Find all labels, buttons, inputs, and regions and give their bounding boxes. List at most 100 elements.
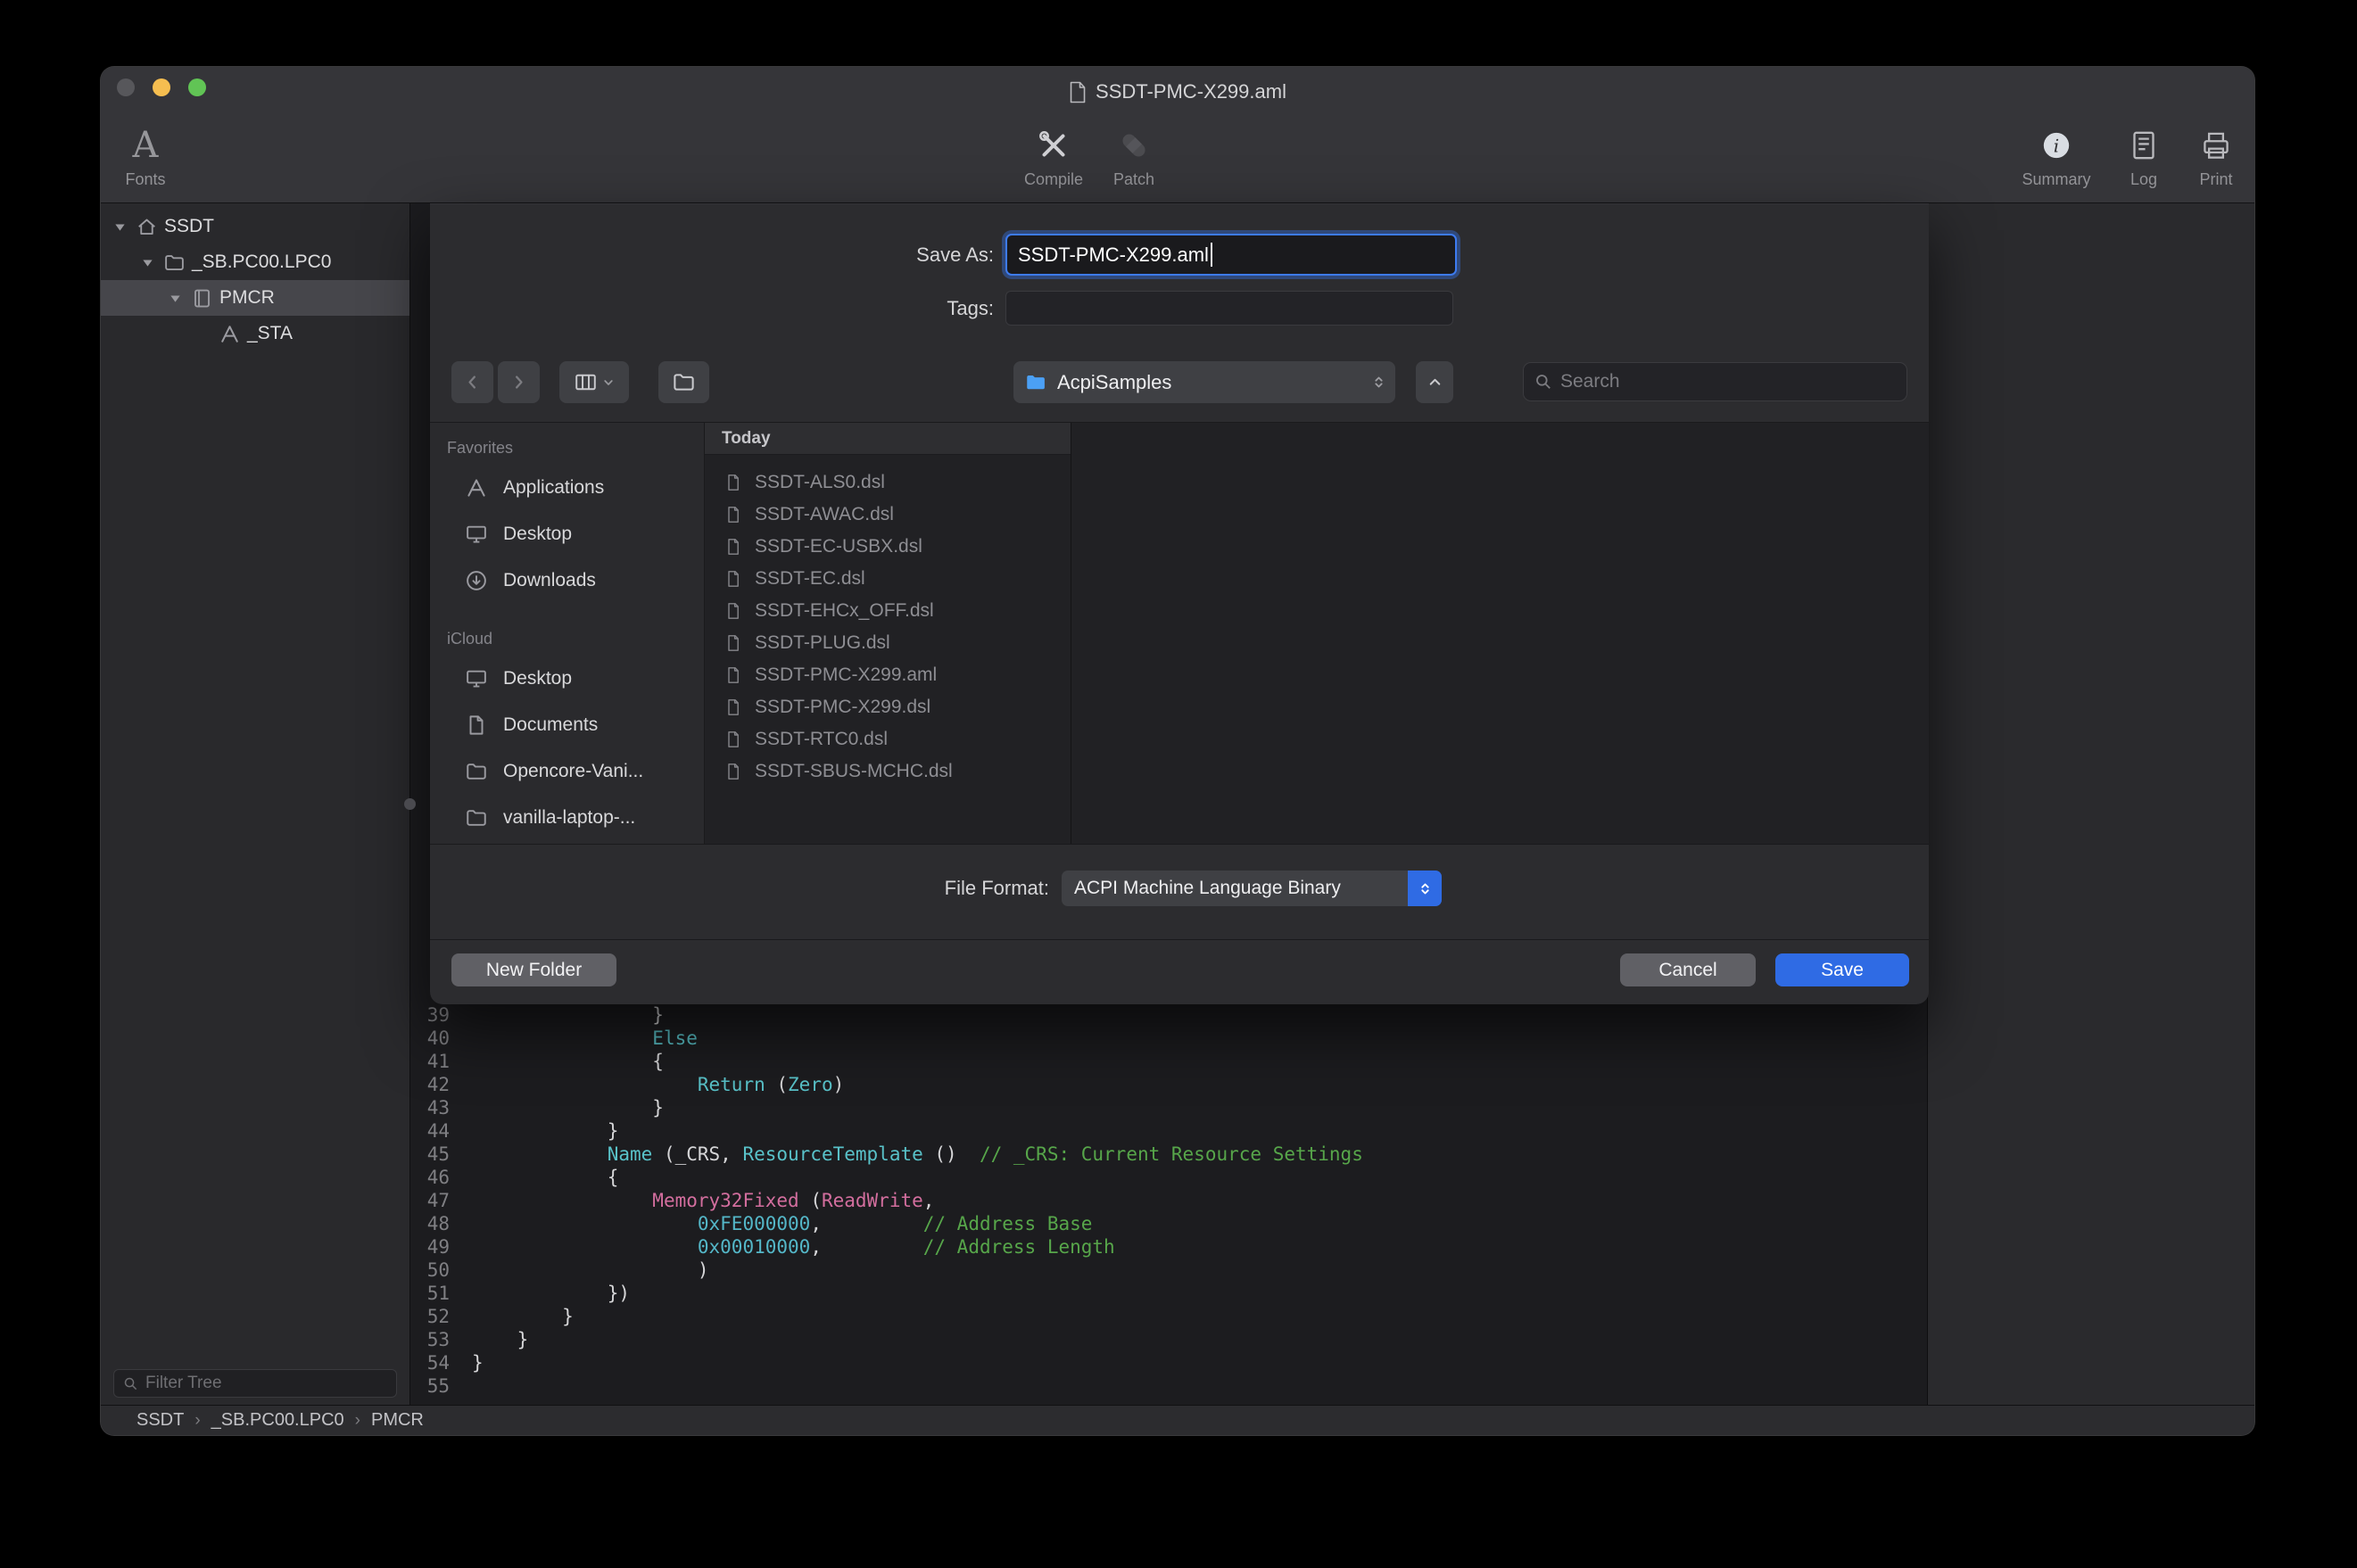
path-separator: › [194, 1411, 200, 1431]
chevron-up-icon [1427, 375, 1443, 390]
sidebar-item-vanilla-laptop[interactable]: vanilla-laptop-... [430, 795, 704, 841]
file-item[interactable]: SSDT-RTC0.dsl [705, 723, 1071, 755]
folder-icon [465, 760, 488, 783]
save-button[interactable]: Save [1775, 953, 1909, 986]
tags-input[interactable] [1005, 291, 1453, 326]
file-item[interactable]: SSDT-AWAC.dsl [705, 499, 1071, 531]
search-input[interactable]: Search [1523, 362, 1907, 401]
file-item[interactable]: SSDT-PMC-X299.dsl [705, 691, 1071, 723]
line-number: 52 [410, 1305, 455, 1328]
location-popup[interactable]: AcpiSamples [1013, 361, 1395, 403]
path-item[interactable]: SSDT [136, 1410, 184, 1431]
file-item[interactable]: SSDT-EC-USBX.dsl [705, 531, 1071, 563]
file-item[interactable]: SSDT-SBUS-MCHC.dsl [705, 755, 1071, 788]
line-number: 39 [410, 1003, 455, 1027]
log-button[interactable]: Log [2111, 126, 2177, 189]
line-number: 44 [410, 1119, 455, 1143]
file-item-label: SSDT-PMC-X299.dsl [755, 697, 930, 718]
tree-item-label: _STA [247, 323, 293, 344]
minimize-button[interactable] [153, 78, 170, 96]
file-item[interactable]: SSDT-EC.dsl [705, 563, 1071, 595]
code-line: 47 Memory32Fixed (ReadWrite, [410, 1189, 1929, 1212]
file-item-label: SSDT-ALS0.dsl [755, 472, 885, 493]
tree-item-pmcr[interactable]: PMCR [101, 280, 409, 316]
file-icon [724, 634, 742, 652]
print-button[interactable]: Print [2183, 126, 2249, 189]
file-format-popup[interactable]: ACPI Machine Language Binary [1062, 871, 1442, 906]
zoom-button[interactable] [188, 78, 206, 96]
save-as-value: SSDT-PMC-X299.aml [1018, 243, 1209, 267]
compile-icon [1035, 126, 1072, 165]
forward-button[interactable] [498, 361, 540, 403]
log-icon [2125, 126, 2163, 165]
code-line: 50 ) [410, 1259, 1929, 1282]
path-item[interactable]: _SB.PC00.LPC0 [211, 1410, 344, 1431]
disclosure-triangle-icon[interactable] [165, 288, 185, 308]
line-number: 51 [410, 1282, 455, 1305]
code-text: Memory32Fixed (ReadWrite, [455, 1189, 934, 1212]
sidebar-item-desktop[interactable]: Desktop [430, 656, 704, 702]
cancel-button[interactable]: Cancel [1620, 953, 1756, 986]
line-number: 50 [410, 1259, 455, 1282]
file-item[interactable]: SSDT-ALS0.dsl [705, 466, 1071, 499]
fonts-button[interactable]: A Fonts [110, 126, 181, 189]
file-item[interactable]: SSDT-PLUG.dsl [705, 627, 1071, 659]
summary-button[interactable]: i Summary [2012, 126, 2101, 189]
code-text: } [455, 1328, 528, 1351]
file-browser: Favorites ApplicationsDesktopDownloads i… [430, 422, 1929, 845]
code-line: 39 } [410, 1003, 1929, 1027]
close-button[interactable] [117, 78, 135, 96]
code-text: 0xFE000000, // Address Base [455, 1212, 1092, 1235]
enclosing-folder-button[interactable] [1416, 361, 1453, 403]
filter-placeholder: Filter Tree [145, 1374, 222, 1393]
file-icon [724, 506, 742, 524]
documents-icon [465, 714, 488, 737]
back-button[interactable] [451, 361, 493, 403]
tree-item-sta[interactable]: _STA [101, 316, 409, 351]
filter-tree-input[interactable]: Filter Tree [113, 1369, 397, 1398]
disclosure-triangle-icon[interactable] [137, 252, 157, 272]
splitter-handle[interactable] [404, 798, 416, 810]
line-number: 47 [410, 1189, 455, 1212]
path-item[interactable]: PMCR [371, 1410, 424, 1431]
save-as-label: Save As: [430, 234, 994, 276]
print-label: Print [2199, 169, 2232, 189]
code-text [455, 1374, 472, 1398]
tree-item-sb-pc00-lpc0[interactable]: _SB.PC00.LPC0 [101, 244, 409, 280]
compile-button[interactable]: Compile [1005, 126, 1103, 189]
sidebar-item-documents[interactable]: Documents [430, 702, 704, 748]
summary-label: Summary [2022, 169, 2090, 189]
file-item[interactable]: SSDT-PMC-X299.aml [705, 659, 1071, 691]
sidebar-item-opencore-vani[interactable]: Opencore-Vani... [430, 748, 704, 795]
patch-button[interactable]: Patch [1102, 126, 1166, 189]
code-text: Return (Zero) [455, 1073, 844, 1096]
print-icon [2197, 126, 2235, 165]
sidebar-item-applications[interactable]: Applications [430, 465, 704, 511]
line-number: 46 [410, 1166, 455, 1189]
code-text: Name (_CRS, ResourceTemplate () // _CRS:… [455, 1143, 1363, 1166]
view-mode-button[interactable] [559, 361, 629, 403]
new-folder-button[interactable]: New Folder [451, 953, 616, 986]
tree-item-label: PMCR [219, 287, 275, 309]
sidebar-item-desktop[interactable]: Desktop [430, 511, 704, 557]
status-bar: SSDT›_SB.PC00.LPC0›PMCR [101, 1405, 2254, 1435]
folder-action-button[interactable] [658, 361, 709, 403]
code-editor[interactable]: 39 }40 Else41 {42 Return (Zero)43 }44 }4… [410, 1003, 1929, 1398]
tree-item-label: _SB.PC00.LPC0 [192, 252, 331, 273]
file-item[interactable]: SSDT-EHCx_OFF.dsl [705, 595, 1071, 627]
code-text: Else [455, 1027, 698, 1050]
tree-item-ssdt[interactable]: SSDT [101, 209, 409, 244]
desktop-icon [465, 523, 488, 546]
file-icon [724, 666, 742, 684]
window-title: SSDT-PMC-X299.aml [1069, 67, 1286, 117]
code-line: 41 { [410, 1050, 1929, 1073]
disclosure-spacer [193, 324, 212, 343]
file-format-label: File Format: [430, 871, 1049, 906]
search-placeholder: Search [1560, 371, 1620, 392]
code-text: } [455, 1351, 484, 1374]
sidebar-item-label: Downloads [503, 570, 596, 591]
save-as-input[interactable]: SSDT-PMC-X299.aml [1005, 234, 1457, 276]
disclosure-triangle-icon[interactable] [110, 217, 129, 236]
sidebar-item-downloads[interactable]: Downloads [430, 557, 704, 604]
file-icon [724, 730, 742, 748]
